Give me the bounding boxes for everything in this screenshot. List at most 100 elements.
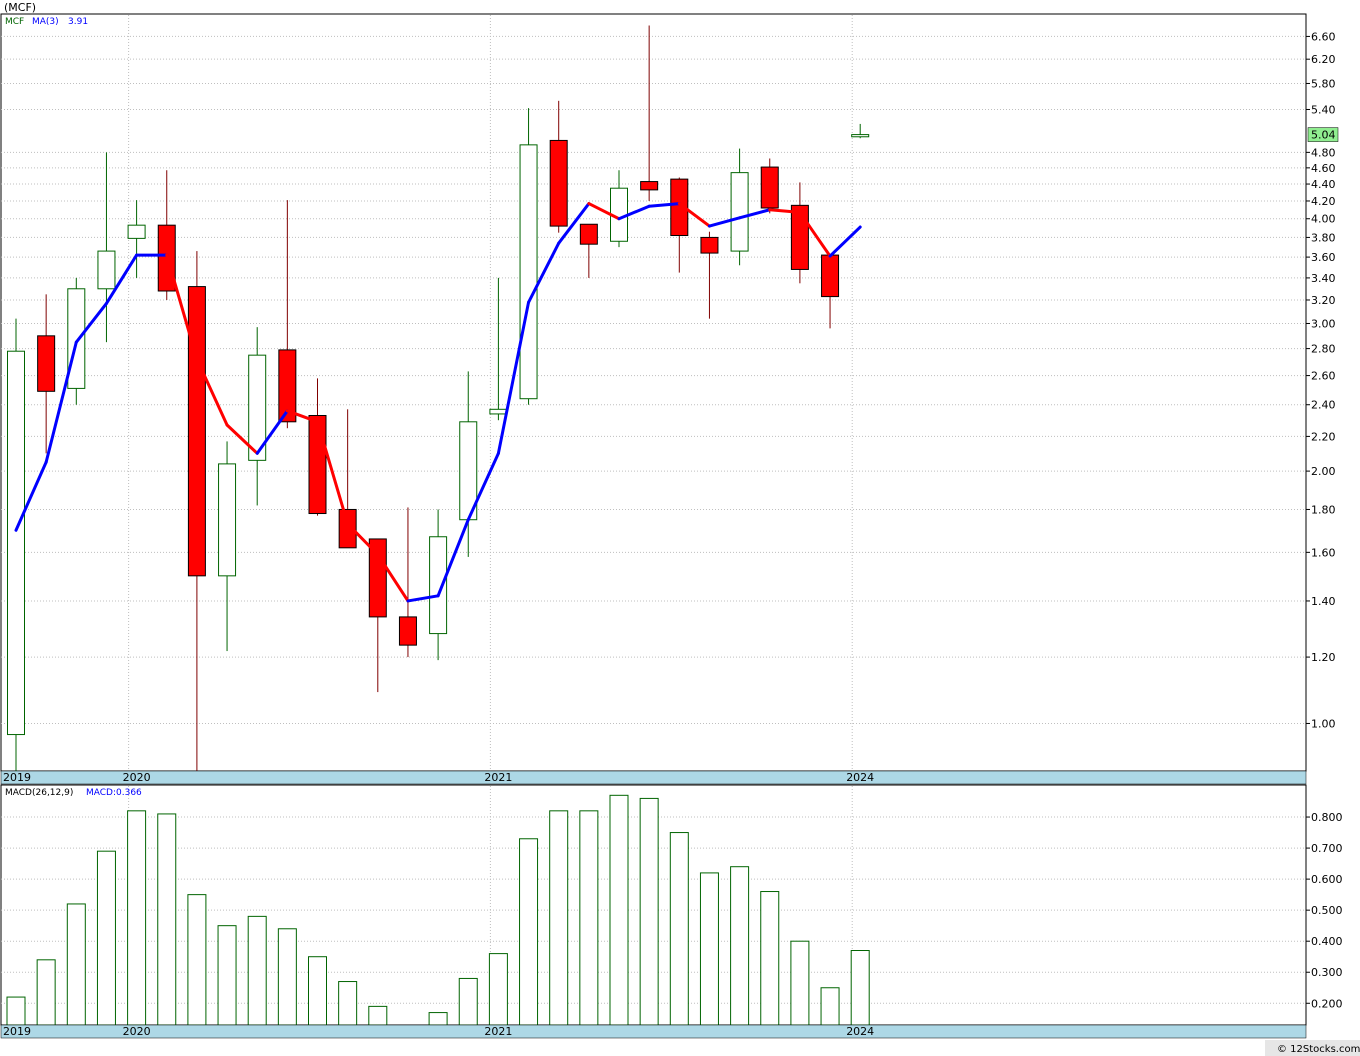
price-tick-label: 3.60 bbox=[1311, 251, 1336, 264]
macd-bar bbox=[579, 810, 599, 1026]
price-tick-label: 6.60 bbox=[1311, 30, 1336, 43]
price-tick-label: 1.00 bbox=[1311, 717, 1336, 730]
macd-bar bbox=[66, 903, 86, 1026]
macd-tick-label: 0.400 bbox=[1311, 935, 1343, 948]
legend-ma-value: 3.91 bbox=[68, 17, 88, 27]
candle-body bbox=[37, 335, 56, 392]
price-tick-label: 2.00 bbox=[1311, 465, 1336, 478]
x-axis-label: 2019 bbox=[3, 771, 31, 784]
candle-body bbox=[429, 536, 448, 635]
legend-ticker: MCF bbox=[5, 17, 24, 27]
x-axis-label: 2024 bbox=[846, 1025, 874, 1038]
candle-body bbox=[308, 414, 327, 515]
price-tick-label: 5.40 bbox=[1311, 103, 1336, 116]
candle-body bbox=[67, 288, 86, 389]
candle-body bbox=[640, 181, 659, 191]
candle-body bbox=[730, 172, 749, 252]
macd-bar bbox=[96, 850, 116, 1026]
x-axis-label: 2020 bbox=[123, 771, 151, 784]
price-tick-label: 3.80 bbox=[1311, 231, 1336, 244]
price-tick-label: 3.00 bbox=[1311, 317, 1336, 330]
candle-body bbox=[127, 224, 146, 239]
price-x-axis-band bbox=[0, 770, 1307, 785]
x-axis-label: 2020 bbox=[123, 1025, 151, 1038]
macd-bar bbox=[609, 794, 629, 1026]
x-axis-label: 2021 bbox=[484, 771, 512, 784]
macd-bar bbox=[699, 872, 719, 1026]
macd-tick-label: 0.300 bbox=[1311, 966, 1343, 979]
macd-bar bbox=[368, 1005, 388, 1026]
price-tick-label: 2.80 bbox=[1311, 343, 1336, 356]
price-tick-label: 2.40 bbox=[1311, 399, 1336, 412]
macd-bar bbox=[277, 928, 297, 1026]
macd-y-axis: 0.200 0.300 0.400 0.500 0.600 0.700 0.800 bbox=[1306, 811, 1343, 1010]
macd-bar bbox=[6, 996, 26, 1026]
macd-tick-label: 0.600 bbox=[1311, 873, 1343, 886]
candle-body bbox=[821, 254, 840, 298]
macd-bar bbox=[730, 866, 750, 1026]
candle-up bbox=[7, 318, 25, 779]
price-tick-label: 1.20 bbox=[1311, 651, 1336, 664]
macd-bar bbox=[157, 813, 177, 1026]
x-axis-label: 2019 bbox=[3, 1025, 31, 1038]
macd-tick-label: 0.200 bbox=[1311, 997, 1343, 1010]
price-tick-label: 5.80 bbox=[1311, 77, 1336, 90]
macd-bar bbox=[338, 981, 358, 1026]
macd-tick-label: 0.700 bbox=[1311, 842, 1343, 855]
macd-legend-label: MACD(26,12,9) bbox=[5, 788, 73, 798]
price-tick-label: 1.40 bbox=[1311, 595, 1336, 608]
price-tick-label: 4.20 bbox=[1311, 195, 1336, 208]
candle-body bbox=[851, 134, 870, 138]
candle-body bbox=[7, 350, 25, 736]
price-tick-label: 4.60 bbox=[1311, 162, 1336, 175]
macd-bar bbox=[760, 891, 780, 1026]
candle-body bbox=[760, 166, 779, 209]
stock-chart: (MCF) 1.00 1.20 1.40 1.60 1.80 2.00 2.20 2.40 2.… bbox=[0, 1, 1360, 1056]
price-tick-label: 3.20 bbox=[1311, 294, 1336, 307]
copyright-text: © 12Stocks.com bbox=[1277, 1044, 1360, 1055]
candle-body bbox=[549, 139, 568, 227]
macd-bar bbox=[187, 894, 207, 1026]
price-tick-label: 1.80 bbox=[1311, 503, 1336, 516]
price-tick-label: 4.00 bbox=[1311, 213, 1336, 226]
candle-body bbox=[519, 144, 538, 400]
macd-bar bbox=[850, 950, 870, 1026]
candle-down bbox=[760, 158, 779, 214]
candle-up bbox=[519, 108, 538, 405]
macd-bar bbox=[36, 959, 56, 1026]
price-tick-label: 3.40 bbox=[1311, 272, 1336, 285]
macd-bar bbox=[127, 810, 147, 1026]
x-axis-label: 2021 bbox=[484, 1025, 512, 1038]
price-tick-label: 4.80 bbox=[1311, 146, 1336, 159]
candle-body bbox=[218, 463, 237, 577]
macd-legend-value: MACD:0.366 bbox=[86, 788, 142, 798]
price-tick-label: 2.60 bbox=[1311, 370, 1336, 383]
macd-bar bbox=[790, 940, 810, 1026]
candle-body bbox=[187, 286, 206, 577]
candle-body bbox=[398, 616, 417, 646]
last-price-badge: 5.04 bbox=[1307, 127, 1339, 142]
price-tick-label: 4.40 bbox=[1311, 178, 1336, 191]
macd-bar bbox=[519, 838, 539, 1026]
price-tick-label: 2.20 bbox=[1311, 430, 1336, 443]
macd-tick-label: 0.500 bbox=[1311, 904, 1343, 917]
macd-bar bbox=[488, 953, 508, 1026]
macd-bar bbox=[669, 832, 689, 1026]
macd-bar bbox=[428, 1012, 448, 1026]
macd-x-axis-band bbox=[0, 1024, 1307, 1039]
legend-ma-label: MA(3) bbox=[32, 17, 59, 27]
price-tick-label: 6.20 bbox=[1311, 53, 1336, 66]
x-axis-label: 2024 bbox=[846, 771, 874, 784]
last-price-value: 5.04 bbox=[1311, 129, 1336, 142]
macd-bar bbox=[639, 797, 659, 1026]
chart-title: (MCF) bbox=[4, 1, 36, 14]
macd-bar bbox=[458, 977, 478, 1026]
candle-body bbox=[97, 250, 116, 290]
macd-bar bbox=[820, 987, 840, 1026]
candle-body bbox=[489, 408, 508, 415]
macd-tick-label: 0.800 bbox=[1311, 811, 1343, 824]
macd-bar bbox=[247, 915, 267, 1026]
macd-bar bbox=[217, 925, 237, 1026]
candle-body bbox=[700, 236, 719, 254]
candle-body bbox=[579, 223, 598, 245]
